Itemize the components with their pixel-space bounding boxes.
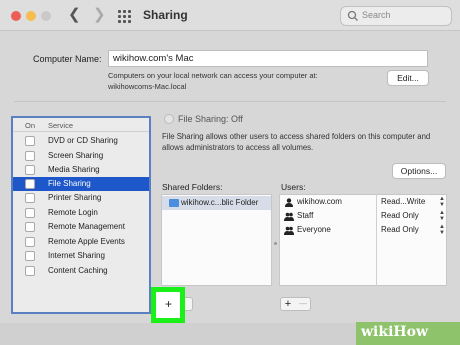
chevron-right-icon[interactable]: ❯ bbox=[93, 6, 106, 24]
watermark-text: wikiHow bbox=[361, 324, 428, 340]
service-label: DVD or CD Sharing bbox=[48, 136, 118, 145]
group-icon bbox=[284, 212, 294, 221]
service-label: Printer Sharing bbox=[48, 193, 102, 202]
service-label: Internet Sharing bbox=[48, 251, 105, 260]
file-sharing-status-indicator bbox=[164, 114, 174, 124]
service-checkbox[interactable] bbox=[25, 265, 35, 276]
updown-arrows-icon: ▲ ▼ bbox=[439, 196, 445, 208]
service-label: Remote Management bbox=[48, 222, 125, 231]
header-service: Service bbox=[48, 121, 74, 130]
permission-value: Read Only bbox=[381, 211, 419, 220]
service-checkbox[interactable] bbox=[25, 222, 35, 232]
edit-button[interactable]: Edit... bbox=[387, 70, 429, 86]
split-handle[interactable] bbox=[274, 242, 277, 245]
service-label: File Sharing bbox=[48, 178, 91, 188]
permission-value: Read...Write bbox=[381, 197, 426, 206]
access-description: Computers on your local network can acce… bbox=[108, 70, 388, 92]
service-label: Remote Apple Events bbox=[48, 236, 125, 246]
permission-popup[interactable]: Read...Write ▲ ▼ bbox=[381, 196, 445, 209]
service-checkbox[interactable] bbox=[25, 207, 35, 218]
group-icon bbox=[284, 226, 294, 235]
chevron-left-icon[interactable]: ❮ bbox=[68, 6, 81, 24]
shared-folder-label: wikihow.c...blic Folder bbox=[181, 198, 259, 207]
section-divider bbox=[14, 101, 446, 102]
permission-value: Read Only bbox=[381, 225, 419, 234]
watermark-prefix: wiki bbox=[361, 324, 394, 340]
permission-popup[interactable]: Read Only ▲ ▼ bbox=[381, 224, 445, 237]
permission-popup[interactable]: Read Only ▲ ▼ bbox=[381, 210, 445, 223]
header-on: On bbox=[25, 121, 36, 130]
file-sharing-description: File Sharing allows other users to acces… bbox=[162, 132, 431, 152]
service-checkbox[interactable] bbox=[25, 165, 35, 175]
computer-name-label: Computer Name: bbox=[33, 54, 102, 64]
zoom-window-button[interactable] bbox=[41, 11, 51, 21]
close-window-button[interactable] bbox=[11, 11, 21, 21]
updown-arrows-icon: ▲ ▼ bbox=[439, 224, 445, 236]
service-checkbox[interactable] bbox=[25, 150, 35, 161]
search-placeholder: Search bbox=[362, 10, 391, 20]
service-label: Content Caching bbox=[48, 265, 108, 275]
computer-name-input[interactable]: wikihow.com's Mac bbox=[108, 50, 428, 67]
service-checkbox[interactable] bbox=[25, 136, 35, 146]
users-label: Users: bbox=[281, 182, 306, 192]
user-name: Everyone bbox=[297, 225, 331, 234]
users-add-remove-group: + — bbox=[280, 297, 311, 311]
service-checkbox[interactable] bbox=[25, 178, 35, 189]
service-checkbox[interactable] bbox=[25, 251, 35, 261]
user-name: Staff bbox=[297, 211, 314, 220]
users-column-divider bbox=[376, 194, 377, 286]
access-text: Computers on your local network can acce… bbox=[108, 71, 318, 80]
file-sharing-status: File Sharing: Off bbox=[178, 114, 243, 124]
options-button[interactable]: Options... bbox=[392, 163, 446, 179]
user-name: wikihow.com bbox=[297, 197, 342, 206]
local-address: wikihowcoms-Mac.local bbox=[108, 82, 187, 91]
service-label: Remote Login bbox=[48, 207, 98, 217]
updown-arrows-icon: ▲ ▼ bbox=[439, 210, 445, 222]
watermark-suffix: How bbox=[393, 324, 429, 340]
add-folder-button[interactable]: + bbox=[160, 296, 177, 312]
folder-icon bbox=[169, 199, 179, 207]
minimize-window-button[interactable] bbox=[26, 11, 36, 21]
service-checkbox[interactable] bbox=[25, 193, 35, 203]
remove-user-button[interactable]: — bbox=[296, 298, 310, 310]
search-icon bbox=[347, 10, 358, 21]
single-user-icon bbox=[285, 198, 293, 207]
service-checkbox[interactable] bbox=[25, 236, 35, 247]
add-user-button[interactable]: + bbox=[281, 298, 295, 310]
service-label: Media Sharing bbox=[48, 165, 100, 174]
window-title: Sharing bbox=[143, 8, 188, 22]
shared-folders-label: Shared Folders: bbox=[162, 182, 223, 192]
grid-icon[interactable] bbox=[118, 10, 131, 23]
service-label: Screen Sharing bbox=[48, 150, 104, 160]
